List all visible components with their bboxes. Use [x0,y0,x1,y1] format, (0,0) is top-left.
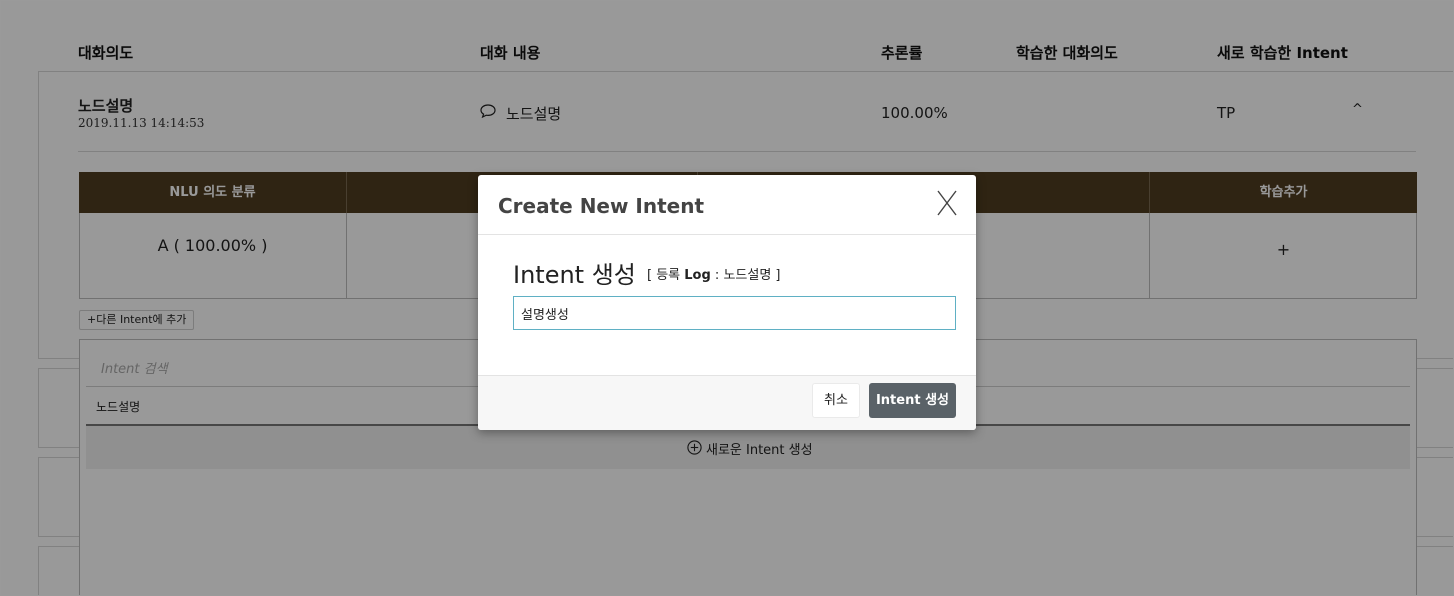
modal-header: Create New Intent [478,175,976,235]
modal-heading: Intent 생성 [513,261,636,289]
close-icon[interactable] [936,190,958,216]
create-intent-modal: Create New Intent Intent 생성 [ 등록 Log : 노… [478,175,976,430]
log-prefix: [ 등록 [647,268,685,283]
create-intent-button[interactable]: Intent 생성 [869,383,956,418]
log-suffix: : 노드설명 ] [710,268,781,283]
intent-name-input[interactable] [513,296,956,330]
modal-log-label: [ 등록 Log : 노드설명 ] [647,264,781,283]
modal-title: Create New Intent [498,194,705,218]
log-key: Log [684,268,711,283]
cancel-button[interactable]: 취소 [812,383,860,418]
